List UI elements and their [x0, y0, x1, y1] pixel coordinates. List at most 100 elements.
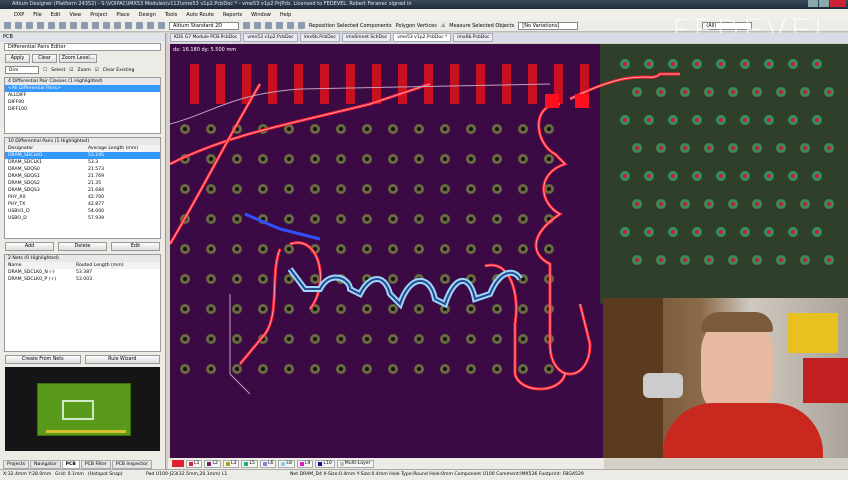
maximize-button[interactable] — [819, 0, 829, 7]
via-hole — [623, 230, 627, 234]
menu-view[interactable]: View — [69, 12, 81, 18]
doc-tab[interactable]: KDS G7 Module PCB.PcbDoc — [170, 33, 242, 42]
clear-button[interactable]: Clear — [32, 54, 57, 63]
current-layer-swatch[interactable] — [172, 460, 184, 467]
layer-tab-l9[interactable]: L9 — [296, 459, 314, 468]
move-icon[interactable] — [114, 22, 121, 29]
list-item[interactable]: DIFF100 — [5, 106, 160, 113]
rule-wizard-button[interactable]: Rule Wizard — [84, 355, 160, 364]
menu-edit[interactable]: Edit — [51, 12, 61, 18]
layer-tab-l10[interactable]: L10 — [315, 459, 335, 468]
delete-button[interactable]: Delete — [58, 242, 107, 251]
open-icon[interactable] — [15, 22, 22, 29]
apply-button[interactable]: Apply — [5, 54, 30, 63]
table-row[interactable]: DRAM_SDCLK0 53.195 — [5, 152, 160, 159]
route-diff-icon[interactable] — [254, 22, 261, 29]
minimize-button[interactable] — [808, 0, 818, 7]
doc-tab-active[interactable]: vme53 v1p2.PcbDoc * — [393, 33, 452, 42]
layer-tab-l3[interactable]: L3 — [222, 459, 240, 468]
select-checkbox[interactable]: ☐ — [43, 68, 47, 73]
select-icon[interactable] — [103, 22, 110, 29]
fit-icon[interactable] — [59, 22, 66, 29]
redo-icon[interactable] — [147, 22, 154, 29]
variations-select[interactable]: [No Variations] — [518, 21, 579, 30]
menu-design[interactable]: Design — [139, 12, 156, 18]
menu-place[interactable]: Place — [116, 12, 129, 18]
distance-readout: dx: 16.180 dy: 5.500 mm — [173, 47, 237, 53]
pen-icon[interactable] — [158, 22, 165, 29]
table-row[interactable]: USBO_D 57.939 — [5, 215, 160, 222]
cut-icon[interactable] — [70, 22, 77, 29]
doc-tab[interactable]: imx6mnet.SchDoc — [341, 33, 392, 42]
tab-projects[interactable]: Projects — [3, 460, 30, 469]
add-button[interactable]: Add — [5, 242, 54, 251]
place-via-icon[interactable] — [265, 22, 272, 29]
place-pad-icon[interactable] — [276, 22, 283, 29]
menu-reports[interactable]: Reports — [223, 12, 242, 18]
list-item[interactable]: <All Differential Pairs> — [5, 85, 160, 92]
column-header[interactable]: Average Length (mm) — [88, 145, 138, 152]
doc-tab[interactable]: vme53 v1p2.PcbDoc — [243, 33, 298, 42]
view-mode-select[interactable]: Altium Standard 2D — [169, 21, 239, 30]
layer-tab-multi-layer[interactable]: Multi-Layer — [336, 459, 374, 468]
tab-pcb-inspector[interactable]: PCB Inspector — [111, 460, 152, 469]
column-header[interactable]: Name — [8, 262, 76, 269]
layer-tab-l1[interactable]: L1 — [186, 459, 203, 468]
edit-button[interactable]: Edit — [111, 242, 160, 251]
zoom-icon[interactable] — [48, 22, 55, 29]
table-row[interactable]: PHY_RX 42.700 — [5, 194, 160, 201]
doc-tab[interactable]: imx6b.PcbDoc — [299, 33, 340, 42]
create-from-nets-button[interactable]: Create From Nets — [5, 355, 81, 364]
menu-file[interactable]: File — [33, 12, 41, 18]
panel-mode-select[interactable]: Differential Pairs Editor — [4, 43, 161, 51]
menu-window[interactable]: Window — [251, 12, 271, 18]
layer-tab-l6[interactable]: L6 — [259, 459, 277, 468]
doc-tab[interactable]: imx6b.PcbDoc — [453, 33, 494, 42]
table-row[interactable]: DRAM_SDQS1 21.769 — [5, 173, 160, 180]
place-arc-icon[interactable] — [287, 22, 294, 29]
new-icon[interactable] — [4, 22, 11, 29]
table-row[interactable]: USBH1_D 54.000 — [5, 208, 160, 215]
menu-dxp[interactable]: DXP — [14, 12, 24, 18]
via-hole — [755, 202, 759, 206]
table-row[interactable]: DRAM_SDCLK1 53.3 — [5, 159, 160, 166]
polygon-vertices-button[interactable]: Polygon Vertices — [396, 23, 437, 29]
measure-button[interactable]: Measure Selected Objects — [449, 23, 514, 29]
layer-tab-l8[interactable]: L8 — [278, 459, 295, 468]
table-row[interactable]: DRAM_SDQS3 21.684 — [5, 187, 160, 194]
tab-pcb[interactable]: PCB — [61, 460, 80, 469]
column-header[interactable]: Designator — [8, 145, 88, 152]
layer-tab-l5[interactable]: L5 — [241, 459, 258, 468]
route-icon[interactable] — [243, 22, 250, 29]
copy-icon[interactable] — [81, 22, 88, 29]
column-header[interactable]: Routed Length (mm) — [76, 262, 124, 269]
print-icon[interactable] — [37, 22, 44, 29]
tab-pcb-filter[interactable]: PCB Filter — [80, 460, 111, 469]
zoom-level-button[interactable]: Zoom Level... — [59, 54, 97, 63]
reposition-button[interactable]: Reposition Selected Components — [309, 23, 392, 29]
list-item[interactable]: ALLDIFF — [5, 92, 160, 99]
dim-select[interactable]: Dim — [5, 66, 39, 74]
save-icon[interactable] — [26, 22, 33, 29]
clear-existing-checkbox[interactable]: ☑ — [95, 68, 99, 73]
place-fill-icon[interactable] — [298, 22, 305, 29]
list-item[interactable]: DIFF90 — [5, 99, 160, 106]
table-row[interactable]: PHY_TX 42.877 — [5, 201, 160, 208]
close-button[interactable] — [830, 0, 846, 7]
undo-icon[interactable] — [136, 22, 143, 29]
table-row[interactable]: DRAM_SDQS0 21.573 — [5, 166, 160, 173]
table-row[interactable]: DRAM_SDCLK0_N (-) 53.387 — [5, 269, 160, 276]
zoom-checkbox[interactable]: ☑ — [69, 68, 73, 73]
menu-help[interactable]: Help — [280, 12, 291, 18]
menu-tools[interactable]: Tools — [165, 12, 177, 18]
tab-navigator[interactable]: Navigator — [30, 460, 61, 469]
view-rectangle[interactable] — [62, 400, 94, 420]
menu-project[interactable]: Project — [90, 12, 107, 18]
menu-auto-route[interactable]: Auto Route — [186, 12, 214, 18]
paste-icon[interactable] — [92, 22, 99, 29]
deselect-icon[interactable] — [125, 22, 132, 29]
board-preview[interactable] — [5, 367, 160, 451]
layer-tab-l2[interactable]: L2 — [204, 459, 221, 468]
table-row[interactable]: DRAM_SDQS2 21.35 — [5, 180, 160, 187]
table-row[interactable]: DRAM_SDCLK0_P (+) 53.003 — [5, 276, 160, 283]
